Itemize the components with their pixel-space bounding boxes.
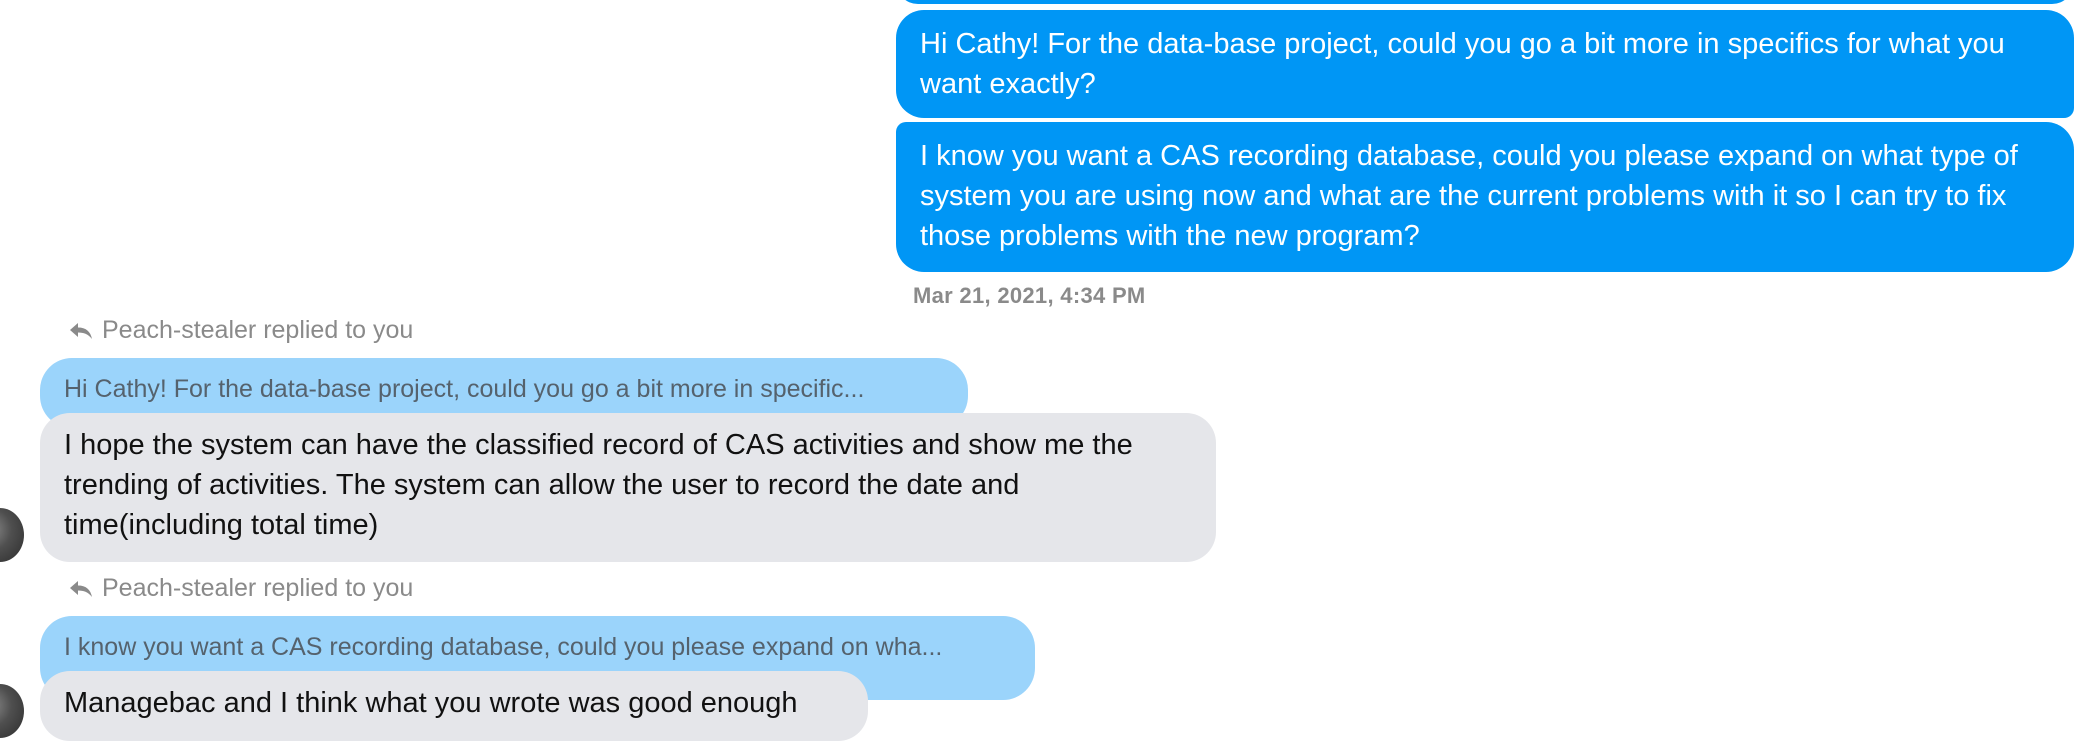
outgoing-message-bubble[interactable]: Hi Cathy! For the data-base project, cou…	[896, 10, 2074, 118]
message-text: I hope the system can have the classifie…	[64, 429, 1133, 541]
message-text: Managebac and I think what you wrote was…	[64, 687, 798, 719]
previous-message-bubble-edge	[896, 0, 2074, 4]
incoming-message-bubble[interactable]: Managebac and I think what you wrote was…	[40, 671, 868, 741]
avatar[interactable]	[0, 684, 24, 738]
reply-header-label: Peach-stealer replied to you	[102, 574, 414, 602]
reply-header-label: Peach-stealer replied to you	[102, 316, 414, 344]
reply-arrow-icon	[68, 578, 94, 600]
message-timestamp: Mar 21, 2021, 4:34 PM	[913, 283, 1146, 308]
incoming-message-bubble[interactable]: I hope the system can have the classifie…	[40, 413, 1216, 562]
outgoing-message-bubble[interactable]: I know you want a CAS recording database…	[896, 122, 2074, 272]
quoted-text: I know you want a CAS recording database…	[64, 633, 943, 661]
reply-header: Peach-stealer replied to you	[68, 574, 413, 603]
message-text: Hi Cathy! For the data-base project, cou…	[920, 28, 2005, 100]
reply-header: Peach-stealer replied to you	[68, 316, 413, 345]
quoted-text: Hi Cathy! For the data-base project, cou…	[64, 375, 865, 403]
avatar[interactable]	[0, 508, 24, 562]
message-text: I know you want a CAS recording database…	[920, 140, 2018, 252]
reply-arrow-icon	[68, 320, 94, 342]
